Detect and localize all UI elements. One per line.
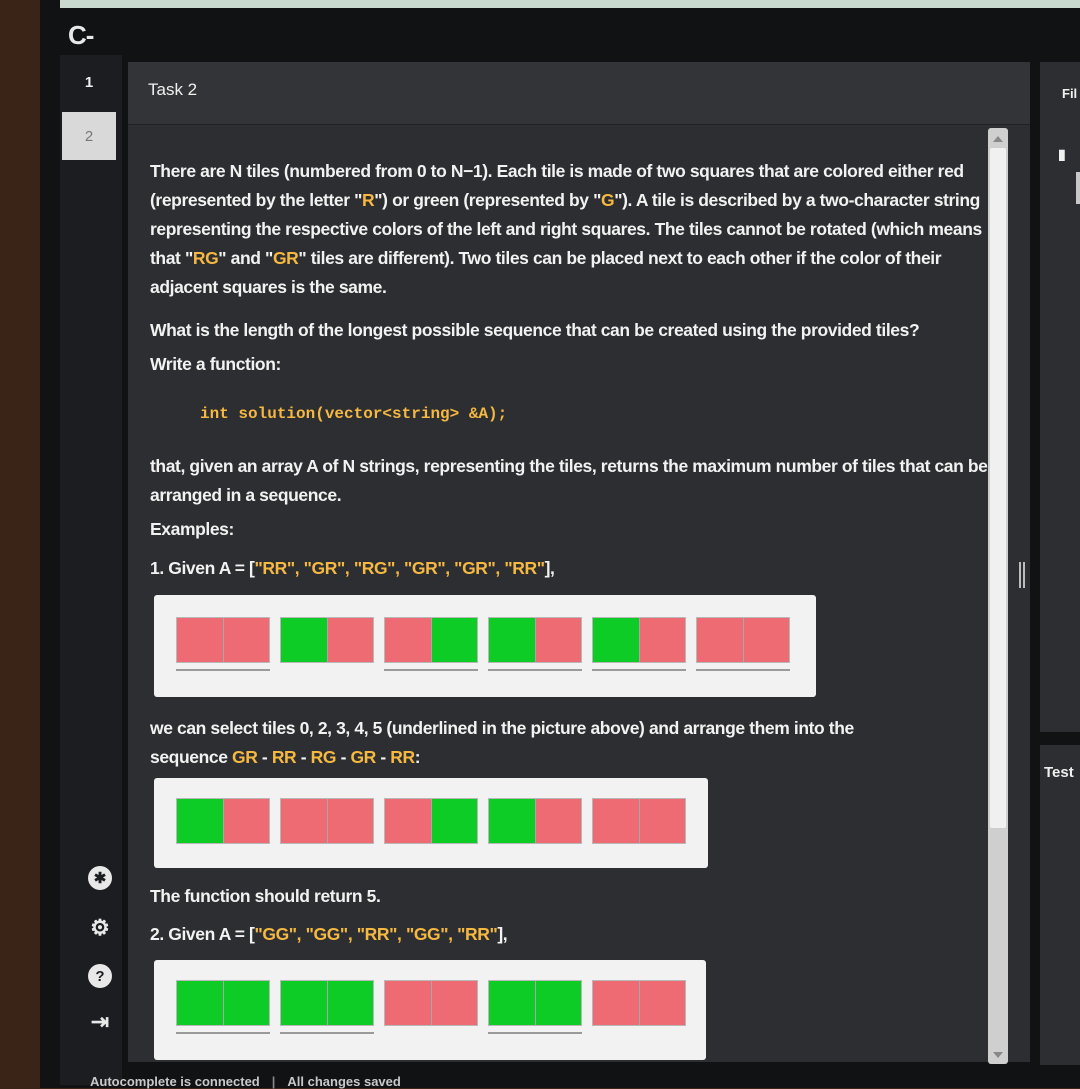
scrollbar-thumb[interactable] [990, 148, 1006, 828]
task-title: Task 2 [148, 80, 198, 99]
tile-square [593, 618, 639, 662]
sequence-tile-code: GR [350, 747, 376, 767]
tile-square [489, 618, 535, 662]
tile-square [697, 618, 743, 662]
tile-square [489, 799, 535, 843]
help-icon[interactable]: ? [88, 964, 112, 988]
tile-square [177, 981, 223, 1025]
files-tab-label[interactable]: Fil [1062, 86, 1077, 101]
example-1-arrangement-image [154, 778, 708, 868]
function-signature: int solution(vector<string> &A); [200, 405, 508, 423]
tile-square [281, 618, 327, 662]
tile [592, 617, 686, 663]
task-tab-2[interactable]: 2 [62, 112, 116, 160]
tile-square [742, 618, 789, 662]
tile-square [177, 799, 223, 843]
tile-underline [696, 669, 790, 671]
examples-label: Examples: [150, 519, 234, 539]
tile-square [222, 618, 269, 662]
plugin-icon[interactable]: ✱ [88, 866, 112, 890]
tile [384, 980, 478, 1026]
tile [280, 798, 374, 844]
file-icon[interactable]: ▮ [1058, 146, 1066, 163]
tile-square [222, 799, 269, 843]
tile [176, 617, 270, 663]
tile-underline [488, 1032, 582, 1034]
tile-square [281, 799, 327, 843]
save-status: All changes saved [287, 1074, 401, 1089]
tile [176, 798, 270, 844]
tile [488, 980, 582, 1026]
sequence-tile-code: RG [310, 747, 337, 767]
task-panel: Task 2 There are N tiles (numbered from … [128, 62, 1030, 1062]
autocomplete-status: Autocomplete is connected [90, 1074, 260, 1089]
example-2-tiles-image [154, 960, 706, 1060]
tile [592, 980, 686, 1026]
tile-square [534, 618, 581, 662]
tile-underline [176, 1032, 270, 1034]
tile-underline [280, 1032, 374, 1034]
example-1-explanation: we can select tiles 0, 2, 3, 4, 5 (under… [150, 718, 854, 767]
tile [488, 617, 582, 663]
tile-square [638, 618, 685, 662]
tile-square [281, 981, 327, 1025]
sequence-tile-code: RR [390, 747, 415, 767]
tile [488, 798, 582, 844]
sequence-tile-code: GR [232, 747, 258, 767]
file-item-button[interactable] [1076, 172, 1080, 204]
tile-underline [176, 669, 270, 671]
tile-square [385, 799, 431, 843]
tile-square [326, 618, 373, 662]
tile-square [593, 981, 639, 1025]
tile-underline [384, 669, 478, 671]
test-tab-label[interactable]: Test [1044, 764, 1074, 781]
tile-square [430, 618, 477, 662]
tile-square [534, 981, 581, 1025]
problem-description: There are N tiles (numbered from 0 to N−… [150, 157, 990, 310]
example-1-return: The function should return 5. [150, 886, 381, 906]
tile-square [177, 618, 223, 662]
sequence-tile-code: RR [271, 747, 297, 767]
scroll-down-icon[interactable] [993, 1052, 1003, 1058]
example-1-tiles-image [154, 595, 816, 697]
tile [176, 980, 270, 1026]
app-logo: C- [68, 20, 94, 50]
tile-square [430, 981, 477, 1025]
status-bar: Autocomplete is connected | All changes sa… [90, 1074, 401, 1089]
gear-icon[interactable]: ⚙ [88, 916, 112, 940]
problem-intro: There are N tiles (numbered from 0 to N−… [150, 161, 982, 297]
tile [592, 798, 686, 844]
tile-square [326, 799, 373, 843]
test-panel [1040, 745, 1080, 1065]
tile-square [430, 799, 477, 843]
tile [384, 617, 478, 663]
task-tab-1[interactable]: 1 [66, 60, 112, 104]
tile [696, 617, 790, 663]
write-function-label: Write a function: [150, 354, 281, 374]
example-1-heading: 1. Given A = ["RR", "GR", "RG", "GR", "G… [150, 558, 555, 578]
question-text: What is the length of the longest possib… [150, 320, 920, 340]
tile-square [638, 981, 685, 1025]
logout-icon[interactable]: ⇥ [88, 1010, 112, 1034]
tile-underline [488, 669, 582, 671]
tile-square [638, 799, 685, 843]
scroll-up-icon[interactable] [993, 136, 1003, 142]
resize-handle[interactable] [1019, 562, 1027, 588]
tile-square [222, 981, 269, 1025]
tile-square [385, 981, 431, 1025]
tile-square [326, 981, 373, 1025]
function-description: that, given an array A of N strings, rep… [150, 456, 988, 505]
example-2-heading: 2. Given A = ["GG", "GG", "RR", "GG", "R… [150, 924, 508, 944]
tile-square [534, 799, 581, 843]
tile [384, 798, 478, 844]
tile-square [593, 799, 639, 843]
panel-scrollbar[interactable] [988, 128, 1008, 1064]
tile [280, 617, 374, 663]
tile-square [385, 618, 431, 662]
tile [280, 980, 374, 1026]
top-strip [60, 0, 1080, 8]
tile-underline [592, 669, 686, 671]
tile-square [489, 981, 535, 1025]
panel-header: Task 2 [128, 62, 1030, 125]
